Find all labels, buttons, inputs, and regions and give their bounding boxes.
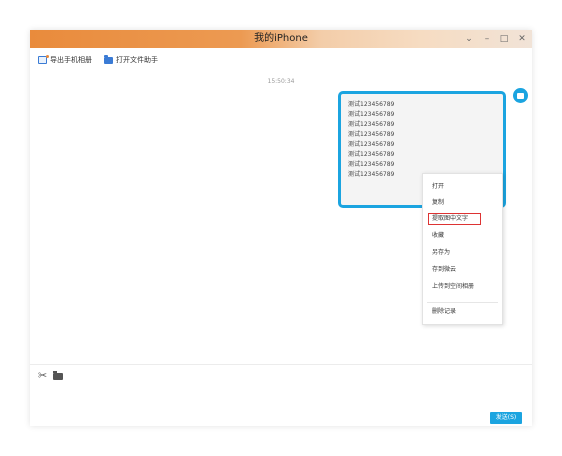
title-bar: 我的iPhone ⌄ – □ ✕ [30,30,532,48]
message-line: 测试123456789 [348,121,395,128]
menu-item-upload-to-album[interactable]: 上传到空间相册 [432,282,474,292]
message-line: 测试123456789 [348,171,395,178]
message-line: 测试123456789 [348,151,395,158]
export-photos-label: 导出手机相册 [50,56,92,64]
minimize-button[interactable]: – [480,32,494,46]
message-line: 测试123456789 [348,161,395,168]
export-photos-button[interactable]: 导出手机相册 [38,55,92,65]
message-timestamp: 15:50:34 [267,78,295,85]
qq-chat-window: 我的iPhone ⌄ – □ ✕ 导出手机相册 打开文件助手 15:50:34 … [30,30,532,426]
send-file-folder-icon[interactable] [53,370,64,380]
close-button[interactable]: ✕ [515,32,529,46]
send-button[interactable]: 发送(S) [490,412,522,424]
message-line: 测试123456789 [348,141,395,148]
message-line: 测试123456789 [348,131,395,138]
message-line: 测试123456789 [348,101,395,108]
message-line: 测试123456789 [348,111,395,118]
folder-icon [104,54,113,64]
window-title: 我的iPhone [254,33,308,44]
menu-item-save-to-weiyun[interactable]: 存到微云 [432,265,456,275]
screenshot-scissors-icon[interactable]: ✂ [38,370,47,381]
open-file-assistant-button[interactable]: 打开文件助手 [104,54,158,65]
phone-photo-icon [38,55,49,64]
message-text: 测试123456789 测试123456789 测试123456789 测试12… [348,100,394,180]
menu-item-copy[interactable]: 复制 [432,198,444,208]
menu-item-extract-text[interactable]: 提取图中文字 [432,214,468,224]
toolbar: 导出手机相册 打开文件助手 [30,50,532,70]
dropdown-icon[interactable]: ⌄ [462,32,476,46]
avatar[interactable] [513,88,528,103]
maximize-button[interactable]: □ [497,32,511,46]
menu-separator [427,302,498,303]
menu-item-delete-record[interactable]: 删除记录 [432,307,456,317]
composer-divider [30,364,532,365]
menu-item-open[interactable]: 打开 [432,182,444,192]
chat-bubble-icon [517,92,524,99]
menu-item-favorite[interactable]: 收藏 [432,231,444,241]
menu-item-save-as[interactable]: 另存为 [432,248,450,258]
context-menu: 打开 复制 提取图中文字 收藏 另存为 存到微云 上传到空间相册 删除记录 [422,173,503,325]
open-file-assistant-label: 打开文件助手 [116,56,158,64]
composer-toolbar: ✂ [38,370,64,381]
